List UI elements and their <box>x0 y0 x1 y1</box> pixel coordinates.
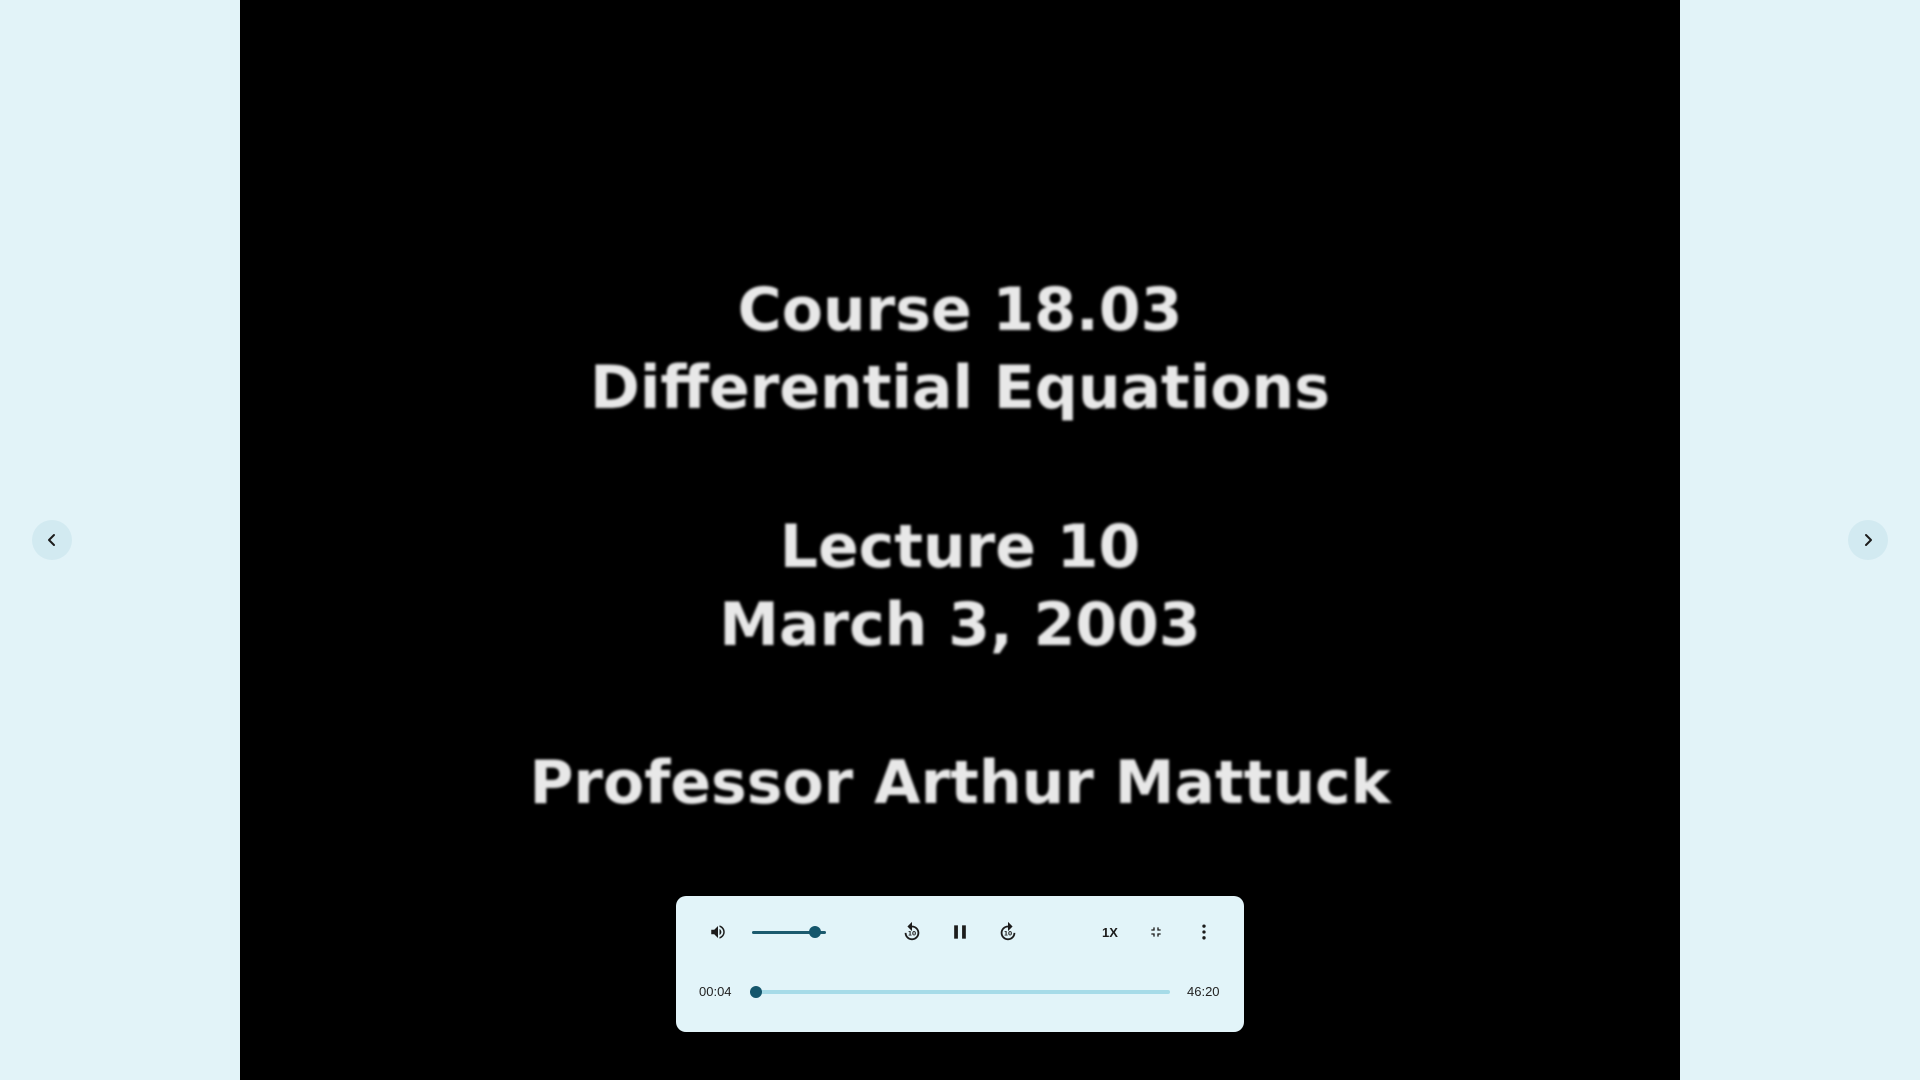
volume-up-icon <box>711 925 725 939</box>
forward-10-icon: 10 <box>1000 921 1016 941</box>
chevron-right-icon <box>1865 534 1872 546</box>
course-name-text: Differential Equations <box>590 353 1330 423</box>
course-number-text: Course 18.03 <box>737 275 1183 345</box>
previous-button[interactable] <box>32 520 72 560</box>
progress-bar[interactable] <box>750 984 1170 1000</box>
rewind-10-button[interactable]: 10 <box>898 918 926 946</box>
fullscreen-exit-icon <box>1151 927 1161 937</box>
volume-thumb[interactable] <box>808 926 821 938</box>
svg-text:10: 10 <box>1004 931 1012 938</box>
media-viewer: Course 18.03 Differential Equations Lect… <box>0 0 1920 1080</box>
replay-10-icon: 10 <box>904 921 920 941</box>
player-controls: 10 10 1X 00:04 46:20 <box>676 896 1244 1032</box>
exit-fullscreen-button[interactable] <box>1144 920 1168 944</box>
more-options-button[interactable] <box>1192 918 1216 946</box>
volume-slider[interactable] <box>752 924 832 940</box>
progress-thumb[interactable] <box>750 986 762 998</box>
lecture-number-text: Lecture 10 <box>779 512 1141 582</box>
chevron-left-icon <box>48 534 55 546</box>
svg-text:10: 10 <box>908 931 916 938</box>
playback-speed-button[interactable]: 1X <box>1092 920 1128 944</box>
volume-button[interactable] <box>704 920 732 944</box>
progress-track <box>750 990 1170 994</box>
more-vertical-icon <box>1202 924 1206 940</box>
total-duration: 46:20 <box>1187 984 1220 999</box>
current-time: 00:04 <box>699 984 732 999</box>
next-button[interactable] <box>1848 520 1888 560</box>
pause-icon <box>954 925 966 939</box>
pause-button[interactable] <box>946 918 974 946</box>
lecture-date-text: March 3, 2003 <box>719 590 1201 660</box>
forward-10-button[interactable]: 10 <box>994 918 1022 946</box>
professor-name-text: Professor Arthur Mattuck <box>529 748 1391 818</box>
